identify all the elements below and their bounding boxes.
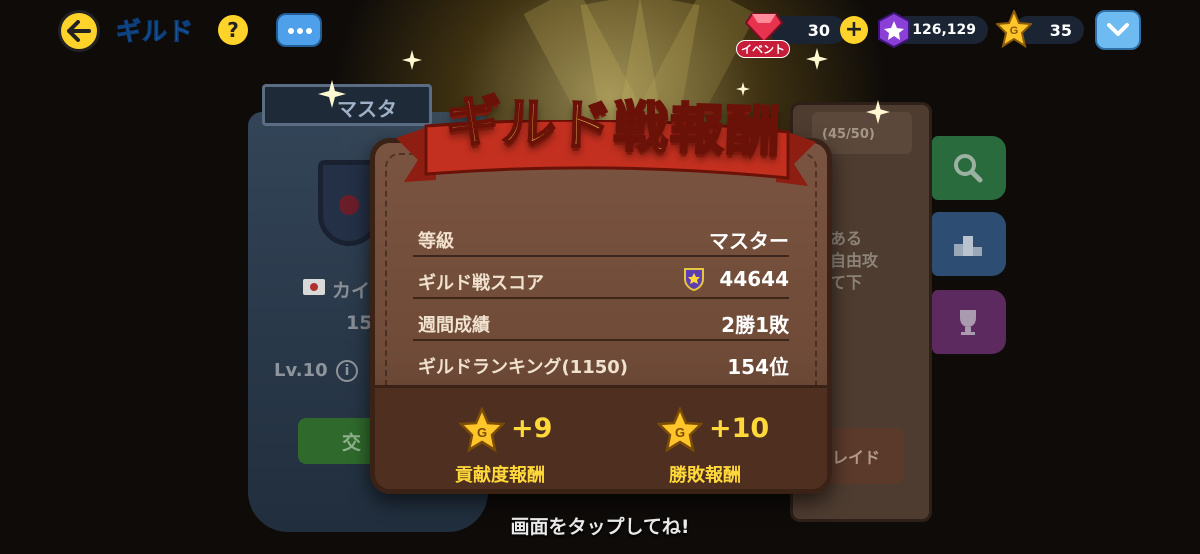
info-icon[interactable]: i [336, 360, 358, 382]
gold-star-icon: G [996, 10, 1032, 48]
svg-text:G: G [675, 425, 685, 440]
tab-ranking[interactable] [932, 212, 1006, 276]
modal-title: ギルド戦報酬 [444, 88, 784, 165]
notice-line: 自由攻 [830, 251, 879, 270]
back-button[interactable] [58, 10, 100, 52]
japan-flag-icon [303, 279, 325, 295]
magnifier-icon [954, 154, 983, 183]
contribution-reward-label: 貢献度報酬 [455, 465, 545, 486]
score-row: ギルド戦スコア 44644 [413, 257, 789, 299]
score-label: ギルド戦スコア [418, 273, 544, 294]
sparkle-icon [866, 100, 890, 124]
sparkle-icon [318, 80, 346, 108]
win-loss-reward-amount: +10 [709, 413, 770, 444]
svg-text:G: G [1010, 25, 1019, 37]
guild-ranking-value: 154位 [727, 355, 789, 379]
win-loss-reward-label: 勝敗報酬 [669, 465, 741, 486]
win-loss-reward: G +10 勝敗報酬 [645, 405, 785, 486]
guild-name-partial: カイ [332, 280, 371, 302]
chat-dot [306, 28, 312, 34]
help-button[interactable]: ? [218, 15, 248, 45]
gold-star-count: 35 [1049, 21, 1072, 40]
score-value: 44644 [719, 267, 789, 291]
weekly-record-label: 週間成績 [418, 315, 490, 336]
podium-icon [954, 236, 982, 256]
tap-screen-hint: 画面をタップしてね! [510, 516, 690, 538]
guild-notice-text: ある 自由攻 て下 [830, 228, 878, 294]
add-gems-button[interactable]: + [840, 16, 868, 44]
guild-score-partial: 15 [346, 312, 373, 334]
event-badge: イベント [736, 40, 790, 58]
trophy-icon [960, 310, 976, 335]
weekly-record-value: 2勝1敗 [721, 313, 789, 337]
sparkle-icon [806, 48, 828, 70]
sparkle-icon [736, 82, 750, 96]
guild-war-reward-modal[interactable]: 等級 マスター ギルド戦スコア 44644 週間成績 2勝1敗 ギルドランキング… [370, 138, 832, 494]
guild-emblem-icon [684, 268, 704, 291]
join-button-label: 交 [342, 432, 362, 454]
weekly-record-row: 週間成績 2勝1敗 [413, 299, 789, 341]
svg-text:G: G [477, 425, 487, 440]
gold-star-icon: G [657, 407, 703, 453]
sparkle-icon [402, 50, 422, 70]
guild-ranking-row: ギルドランキング(1150) 154位 [413, 341, 789, 383]
rank-row: 等級 マスター [413, 215, 789, 257]
notice-line: ある [830, 229, 863, 248]
chat-button[interactable] [276, 13, 322, 47]
contribution-reward-amount: +9 [511, 413, 553, 444]
member-count: (45/50) [822, 127, 875, 142]
tab-search[interactable] [932, 136, 1006, 200]
raid-button-label: レイド [832, 448, 881, 467]
back-arrow-icon [67, 20, 91, 42]
rank-label: 等級 [418, 231, 454, 252]
chat-dot [288, 28, 294, 34]
rank-value: マスター [709, 229, 789, 253]
chevron-down-icon [1107, 23, 1129, 36]
crystal-count: 126,129 [912, 22, 976, 38]
guild-level: Lv.10 [274, 360, 328, 381]
menu-toggle-button[interactable] [1095, 10, 1141, 50]
contribution-reward: G +9 貢献度報酬 [447, 405, 587, 486]
chat-dot [297, 28, 303, 34]
gem-count: 30 [807, 21, 830, 40]
gold-star-icon: G [459, 407, 505, 453]
guild-ranking-label: ギルドランキング(1150) [418, 357, 629, 378]
notice-line: て下 [830, 273, 863, 292]
ruby-gem-icon [744, 13, 784, 44]
tab-trophy[interactable] [932, 290, 1006, 354]
crystal-icon [878, 12, 910, 48]
page-title: ギルド [115, 17, 195, 47]
